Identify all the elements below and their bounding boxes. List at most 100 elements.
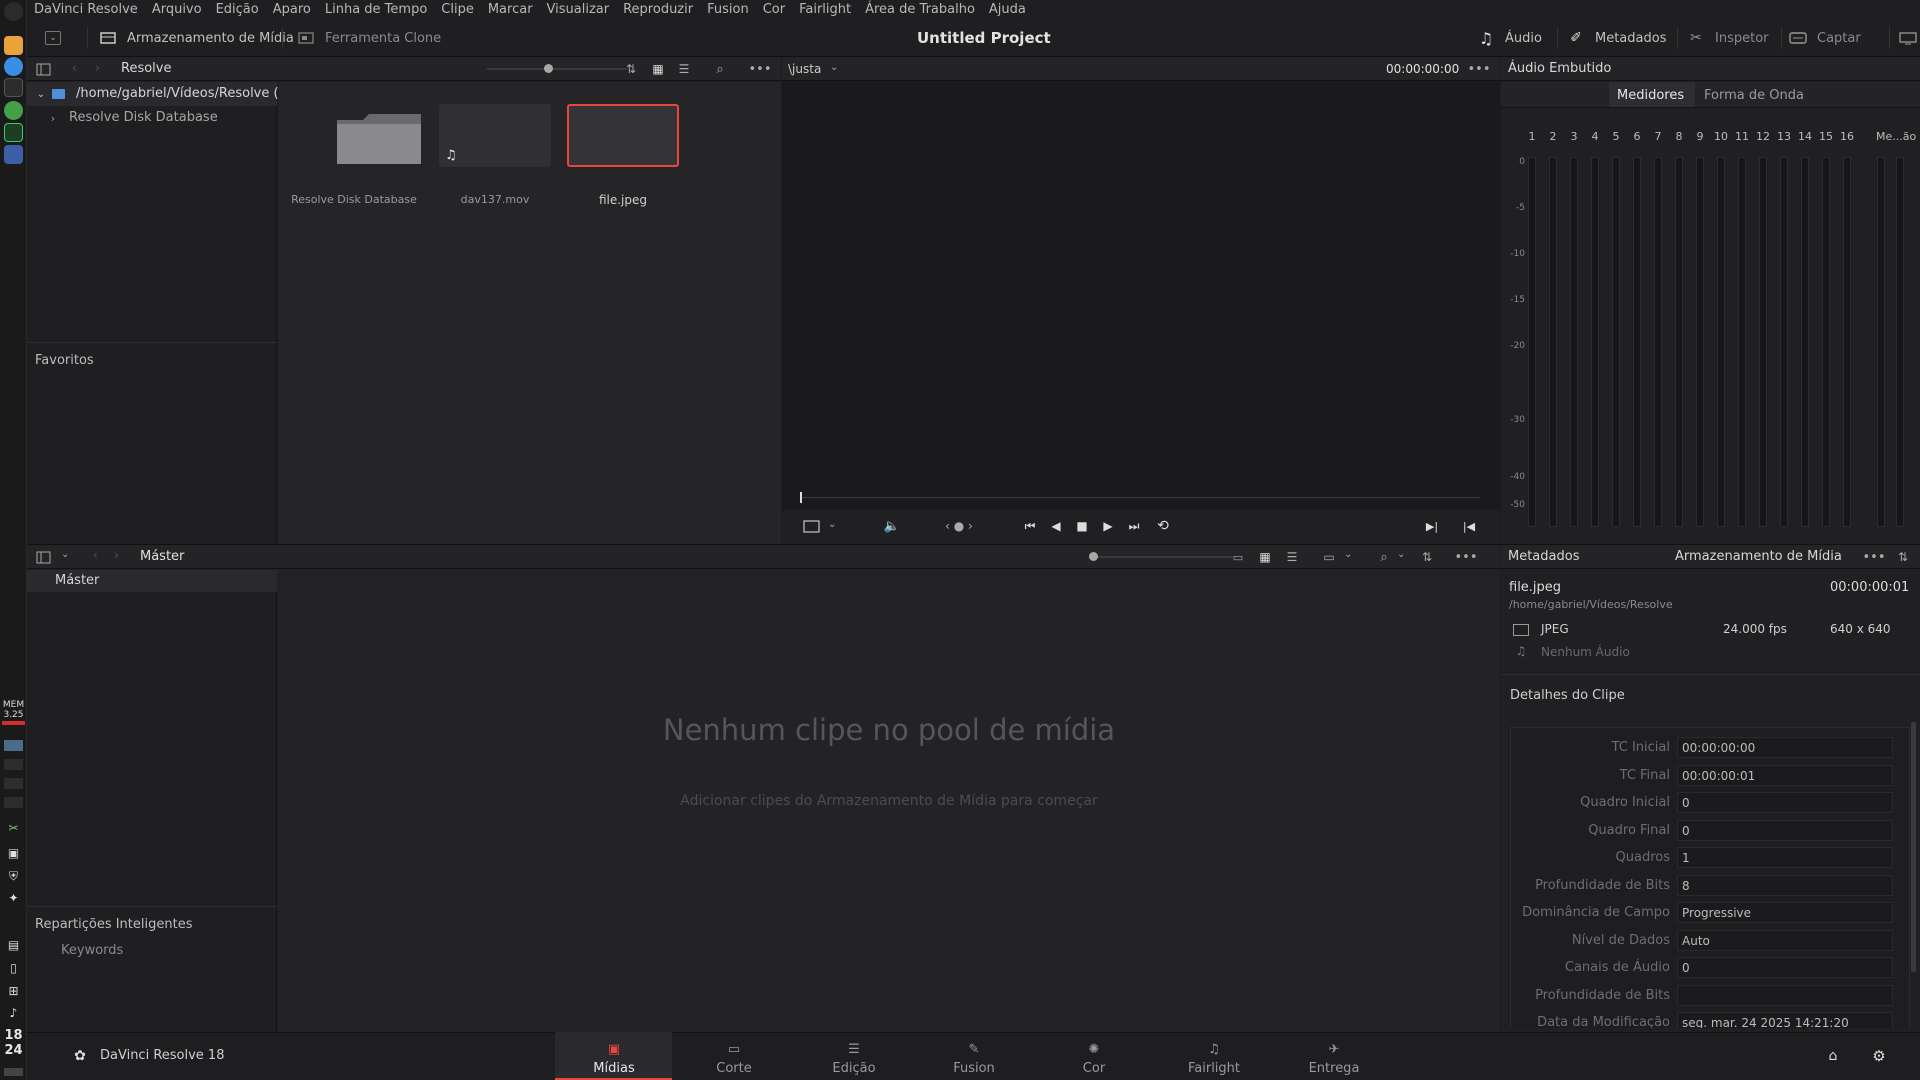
document-icon[interactable]: ▯: [4, 960, 23, 976]
media-storage-button[interactable]: Armazenamento de Mídia: [97, 19, 294, 57]
page-tab-media[interactable]: ▣ Mídias: [554, 1032, 674, 1080]
chevron-down-icon[interactable]: ⌄: [35, 87, 47, 101]
metadata-panel-button[interactable]: ✐ Metadados: [1565, 19, 1666, 57]
capture-button[interactable]: Captar: [1787, 19, 1861, 57]
menu-item[interactable]: Visualizar: [547, 2, 610, 17]
sidebar-toggle-icon[interactable]: [35, 549, 51, 565]
page-tab-deliver[interactable]: ✈ Entrega: [1274, 1032, 1394, 1080]
forward-arrow-icon[interactable]: ›: [114, 548, 119, 562]
chevron-down-icon[interactable]: ⌄: [830, 62, 838, 73]
chevron-down-icon[interactable]: ⌄: [1397, 549, 1405, 560]
launcher-icon[interactable]: [4, 2, 23, 21]
metadata-scrollbar[interactable]: [1911, 722, 1916, 972]
menu-item[interactable]: Linha de Tempo: [325, 2, 427, 17]
chrome-alt-icon[interactable]: [4, 101, 23, 120]
audio-panel-button[interactable]: ♫ Áudio: [1475, 19, 1542, 57]
chevron-down-icon[interactable]: ⌄: [1344, 549, 1352, 560]
tree-root-label[interactable]: /home/gabriel/Vídeos/Resolve (Us...: [76, 86, 307, 101]
volume-icon[interactable]: 🔈: [882, 517, 902, 535]
clipboard-icon[interactable]: ▣: [4, 845, 23, 861]
shield-icon[interactable]: ⛨: [4, 868, 23, 884]
volume-icon[interactable]: ♪: [4, 1005, 23, 1021]
workspace-4-icon[interactable]: [4, 797, 23, 808]
chevron-down-icon[interactable]: ⌄: [828, 519, 836, 530]
more-options-icon[interactable]: •••: [749, 60, 772, 78]
workspace-1-icon[interactable]: [4, 740, 23, 751]
chevron-right-icon[interactable]: ›: [47, 111, 59, 125]
zoom-dropdown[interactable]: \justa: [788, 62, 821, 76]
mark-out-icon[interactable]: |◀: [1459, 517, 1479, 535]
detail-value-field[interactable]: 0: [1677, 819, 1893, 841]
menu-item[interactable]: Marcar: [488, 2, 533, 17]
list-view-icon[interactable]: ☰: [675, 60, 693, 78]
slider-handle[interactable]: [1089, 552, 1098, 561]
show-desktop-icon[interactable]: [4, 1068, 23, 1076]
menu-item[interactable]: Reproduzir: [623, 2, 693, 17]
printer-icon[interactable]: ▤: [4, 937, 23, 953]
skip-to-end-icon[interactable]: ⏭: [1124, 517, 1144, 535]
audio-clip-thumbnail[interactable]: ♫: [439, 104, 551, 167]
jog-control[interactable]: ‹ ● ›: [937, 517, 981, 535]
more-options-icon[interactable]: •••: [1468, 60, 1491, 78]
metadata-view-icon[interactable]: ▭: [1229, 548, 1247, 566]
menu-item[interactable]: Fusion: [707, 2, 749, 17]
detail-value-field[interactable]: 0: [1677, 957, 1893, 978]
detail-value-field[interactable]: 00:00:00:00: [1677, 737, 1893, 758]
playhead[interactable]: [800, 492, 802, 503]
back-arrow-icon[interactable]: ‹: [93, 548, 98, 562]
detail-value-field[interactable]: Progressive: [1677, 902, 1893, 923]
tree-child-label[interactable]: Resolve Disk Database: [69, 110, 218, 125]
page-tab-fusion[interactable]: ✎ Fusion: [914, 1032, 1034, 1080]
sort-icon[interactable]: ⇅: [622, 60, 640, 78]
more-options-icon[interactable]: •••: [1863, 548, 1886, 566]
image-clip-thumbnail-selected[interactable]: [567, 104, 679, 167]
settings-gear-icon[interactable]: ⚙: [1870, 1047, 1888, 1065]
play-icon[interactable]: ▶: [1098, 517, 1118, 535]
page-tab-color[interactable]: ✺ Cor: [1034, 1032, 1154, 1080]
terminal-icon[interactable]: [4, 78, 23, 97]
scrubber-track[interactable]: [800, 497, 1480, 498]
skip-to-start-icon[interactable]: ⏮: [1020, 517, 1040, 535]
chrome-icon[interactable]: [4, 57, 23, 76]
resolve-dock-icon[interactable]: [4, 145, 23, 164]
home-icon[interactable]: ⌂: [1824, 1047, 1842, 1065]
sidebar-toggle-icon[interactable]: [35, 61, 51, 77]
search-icon[interactable]: ⌕: [1375, 548, 1393, 566]
detail-value-field[interactable]: Auto: [1677, 929, 1893, 951]
media-pool-grid[interactable]: Nenhum clipe no pool de mídia Adicionar …: [278, 570, 1500, 1032]
viewer-mode-icon[interactable]: [802, 518, 820, 534]
reverse-play-icon[interactable]: ◀: [1046, 517, 1066, 535]
slider-handle[interactable]: [544, 64, 553, 73]
toolbar-dropdown-button[interactable]: ⌄: [45, 19, 69, 57]
network-icon[interactable]: ⊞: [4, 983, 23, 999]
page-tab-edit[interactable]: ☰ Edição: [794, 1032, 914, 1080]
fullscreen-button[interactable]: [1897, 19, 1920, 57]
list-view-icon[interactable]: ☰: [1283, 548, 1301, 566]
more-options-icon[interactable]: •••: [1455, 548, 1478, 566]
monitor-icon[interactable]: [4, 123, 23, 142]
menu-item[interactable]: Ajuda: [989, 2, 1026, 17]
chevron-down-icon[interactable]: ⌄: [61, 549, 69, 560]
menu-app-name[interactable]: DaVinci Resolve: [34, 2, 138, 17]
folder-icon[interactable]: [4, 36, 23, 55]
menu-item[interactable]: Clipe: [441, 2, 474, 17]
page-tab-cut[interactable]: ▭ Corte: [674, 1032, 794, 1080]
detail-value-field[interactable]: 1: [1677, 847, 1893, 868]
inspector-button[interactable]: ✂ Inspetor: [1685, 19, 1768, 57]
page-tab-fairlight[interactable]: ♫ Fairlight: [1154, 1032, 1274, 1080]
menu-item[interactable]: Fairlight: [799, 2, 851, 17]
folder-thumbnail[interactable]: [335, 110, 423, 164]
forward-arrow-icon[interactable]: ›: [95, 61, 100, 75]
smart-bin-keywords[interactable]: Keywords: [61, 943, 123, 958]
detail-value-field[interactable]: 8: [1677, 874, 1893, 896]
notification-icon[interactable]: ✦: [4, 890, 23, 906]
sort-icon[interactable]: ⇅: [1894, 548, 1912, 566]
viewer-canvas[interactable]: [782, 82, 1500, 482]
pool-thumbnail-slider[interactable]: [1093, 556, 1233, 558]
mark-in-icon[interactable]: ▶|: [1422, 517, 1442, 535]
workspace-3-icon[interactable]: [4, 778, 23, 789]
detail-value-field[interactable]: 00:00:00:01: [1677, 764, 1893, 786]
workspace-2-icon[interactable]: [4, 759, 23, 770]
grid-view-icon[interactable]: ▦: [1256, 548, 1274, 566]
clone-tool-button[interactable]: Ferramenta Clone: [295, 19, 441, 57]
